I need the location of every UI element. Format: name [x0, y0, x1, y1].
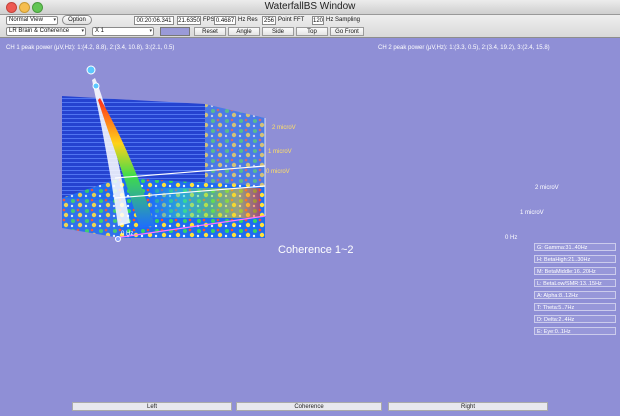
coherence-label: Coherence 1~2	[278, 244, 354, 256]
title-bar: WaterfallBS Window	[0, 0, 620, 15]
left-y-label-0: 0 microV	[266, 169, 290, 175]
toolbar: Normal View ▾ Option LR Brain & Coherenc…	[0, 15, 620, 38]
sampling-label: Hz Sampling	[326, 17, 361, 23]
chevron-down-icon: ▾	[53, 17, 56, 23]
color-swatch[interactable]	[160, 27, 190, 36]
scale-select-value: X 1	[95, 28, 105, 34]
reset-button[interactable]: Reset	[194, 27, 226, 36]
mode-select[interactable]: LR Brain & Coherence ▾	[6, 27, 86, 36]
angle-button[interactable]: Angle	[228, 27, 260, 36]
view-select-value: Normal View	[9, 17, 43, 23]
top-button[interactable]: Top	[296, 27, 328, 36]
left-panel-label: Left	[72, 402, 232, 411]
option-button[interactable]: Option	[62, 15, 92, 25]
band-legend-item: T: Theta:5..7Hz	[534, 303, 616, 311]
fft-label: Point FFT	[278, 17, 305, 23]
left-y-label-1: 1 microV	[268, 149, 292, 155]
window-title: WaterfallBS Window	[264, 1, 356, 12]
band-legend-item: M: BetaMiddle:16..20Hz	[534, 267, 616, 275]
band-legend-item: D: Delta:2..4Hz	[534, 315, 616, 323]
left-axis-label: 0 Hz	[121, 231, 134, 237]
fft-field[interactable]: 256	[262, 16, 276, 25]
time-field: 00:20:06.341	[134, 16, 174, 25]
band-legend-item: A: Alpha:8..12Hz	[534, 291, 616, 299]
sampling-field[interactable]: 120	[312, 16, 324, 25]
hz-res-label: Hz Res	[238, 17, 258, 23]
scale-select[interactable]: X 1 ▾	[92, 27, 154, 36]
band-legend-item: H: BetaHigh:21..30Hz	[534, 255, 616, 263]
waterfall-viewport[interactable]: CH 1 peak power (μV,Hz): 1:(4.2, 8.8), 2…	[0, 38, 620, 411]
right-panel-label: Right	[388, 402, 548, 411]
left-plot-title: CH 1 peak power (μV,Hz): 1:(4.2, 8.8), 2…	[6, 45, 175, 51]
chevron-down-icon: ▾	[81, 28, 84, 34]
side-button[interactable]: Side	[262, 27, 294, 36]
coherence-panel-label: Coherence	[236, 402, 382, 411]
left-waterfall-plot	[62, 65, 266, 242]
right-axis-label: 0 Hz	[505, 235, 518, 241]
band-legend-item: E: Eye:0..1Hz	[534, 327, 616, 335]
right-y-label-2: 2 microV	[535, 185, 559, 191]
band-legend-item: L: BetaLow/SMR:13..15Hz	[534, 279, 616, 287]
mode-select-value: LR Brain & Coherence	[9, 28, 70, 34]
go-front-button[interactable]: Go Front	[330, 27, 364, 36]
right-y-label-1: 1 microV	[520, 210, 544, 216]
right-plot-title: CH 2 peak power (μV,Hz): 1:(3.3, 0.5), 2…	[378, 45, 550, 51]
view-select[interactable]: Normal View ▾	[6, 16, 58, 25]
chevron-down-icon: ▾	[149, 28, 152, 34]
left-y-label-2: 2 microV	[272, 125, 296, 131]
band-legend-item: G: Gamma:31..40Hz	[534, 243, 616, 251]
fps-field: 21.6350	[177, 16, 201, 25]
waterfall-scene	[62, 65, 266, 242]
fps-label: FPS	[203, 17, 215, 23]
hz-res-field: 0.4687	[214, 16, 236, 25]
